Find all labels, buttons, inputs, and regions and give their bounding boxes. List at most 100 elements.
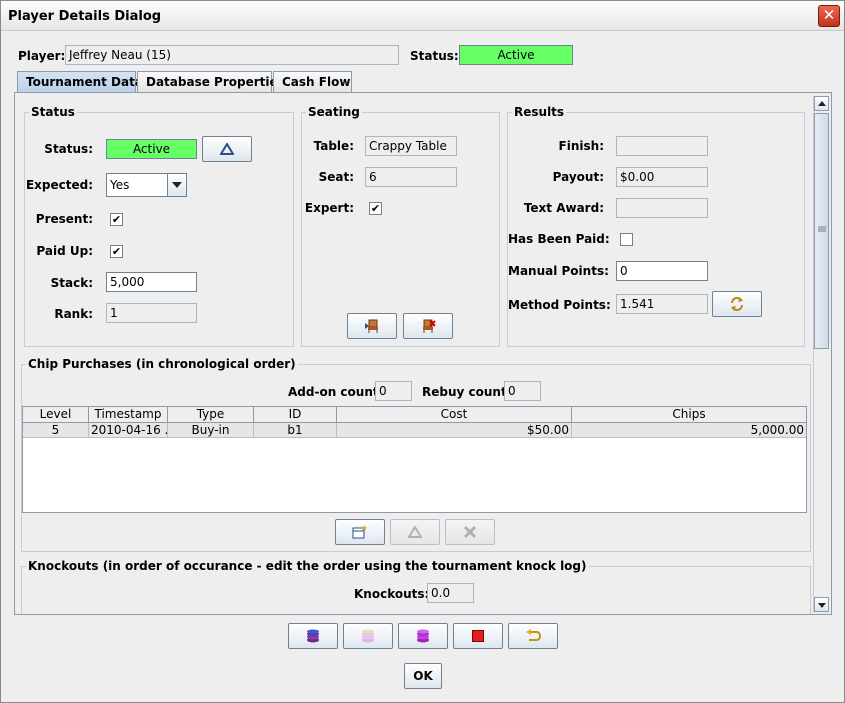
column-header-chips[interactable]: Chips bbox=[572, 407, 806, 423]
refresh-icon bbox=[731, 297, 743, 311]
knockouts-field: 0.0 bbox=[427, 583, 474, 603]
undo-icon bbox=[526, 629, 541, 641]
expert-checkbox[interactable]: ✔ bbox=[369, 202, 382, 215]
add-purchase-button[interactable] bbox=[335, 519, 385, 545]
rebuy-count-field: 0 bbox=[504, 381, 541, 401]
stop-button[interactable] bbox=[453, 623, 503, 649]
scroll-up-icon[interactable] bbox=[814, 96, 829, 111]
column-header-timestamp[interactable]: Timestamp bbox=[89, 407, 168, 423]
scroll-down-icon[interactable] bbox=[814, 597, 829, 612]
payout-label: Payout: bbox=[552, 170, 604, 184]
chair-arrow-icon bbox=[365, 319, 378, 333]
rank-label: Rank: bbox=[54, 307, 93, 321]
cell-timestamp: 2010-04-16 ... bbox=[89, 423, 168, 438]
cell-id: b1 bbox=[254, 423, 337, 438]
triangle-icon bbox=[408, 526, 422, 538]
player-details-dialog: Player Details Dialog ✕ Player: Jeffrey … bbox=[0, 0, 845, 703]
tab-tournament-data[interactable]: Tournament Data bbox=[17, 71, 143, 93]
stop-icon bbox=[472, 630, 484, 642]
column-header-id[interactable]: ID bbox=[254, 407, 337, 423]
stack-label: Stack: bbox=[50, 276, 93, 290]
tab-database-properties[interactable]: Database Properties bbox=[137, 71, 285, 92]
manual-points-input[interactable]: 0 bbox=[616, 261, 708, 281]
chevron-down-icon[interactable] bbox=[167, 174, 186, 196]
rebuy-count-label: Rebuy count: bbox=[422, 385, 512, 399]
stack-input[interactable]: 5,000 bbox=[106, 272, 197, 292]
chip-stack-icon bbox=[362, 629, 374, 643]
recalculate-points-button[interactable] bbox=[712, 291, 762, 317]
column-header-cost[interactable]: Cost bbox=[337, 407, 572, 423]
has-been-paid-checkbox[interactable] bbox=[620, 233, 633, 246]
close-icon bbox=[464, 526, 476, 538]
header-status-badge: Active bbox=[459, 45, 573, 65]
close-icon: ✕ bbox=[822, 6, 836, 24]
delete-purchase-button[interactable] bbox=[445, 519, 495, 545]
column-header-level[interactable]: Level bbox=[23, 407, 89, 423]
knockouts-label: Knockouts: bbox=[354, 587, 430, 601]
tournament-data-panel: Status Status: Active Expected: Yes Pres… bbox=[14, 92, 832, 615]
player-label: Player: bbox=[18, 49, 66, 63]
seating-group: Seating Table: Crappy Table Seat: 6 Expe… bbox=[301, 105, 500, 347]
present-checkbox[interactable]: ✔ bbox=[110, 213, 123, 226]
chip-stack-purple-button[interactable] bbox=[398, 623, 448, 649]
add-row-icon bbox=[352, 525, 367, 539]
cell-cost: $50.00 bbox=[337, 423, 572, 438]
chip-stack-icon bbox=[307, 629, 319, 643]
header-status-label: Status: bbox=[410, 49, 459, 63]
payout-field: $0.00 bbox=[616, 167, 708, 187]
tab-cash-flow[interactable]: Cash Flow bbox=[273, 71, 352, 92]
knockouts-title: Knockouts (in order of occurance - edit … bbox=[26, 559, 589, 573]
column-header-type[interactable]: Type bbox=[168, 407, 254, 423]
panel-scrollbar[interactable] bbox=[813, 96, 829, 613]
status-group: Status Status: Active Expected: Yes Pres… bbox=[24, 105, 294, 347]
cell-chips: 5,000.00 bbox=[572, 423, 806, 438]
status-label: Status: bbox=[44, 142, 93, 156]
cell-level: 5 bbox=[23, 423, 89, 438]
undo-button[interactable] bbox=[508, 623, 558, 649]
status-group-title: Status bbox=[29, 105, 77, 119]
grip-icon bbox=[818, 226, 826, 232]
seating-group-title: Seating bbox=[306, 105, 362, 119]
paid-up-checkbox[interactable]: ✔ bbox=[110, 245, 123, 258]
title-bar[interactable]: Player Details Dialog ✕ bbox=[1, 1, 844, 31]
expected-select[interactable]: Yes bbox=[106, 173, 187, 197]
seat-field: 6 bbox=[365, 167, 457, 187]
chip-stack-button[interactable] bbox=[288, 623, 338, 649]
edit-purchase-button[interactable] bbox=[390, 519, 440, 545]
seat-label: Seat: bbox=[318, 170, 354, 184]
ok-button[interactable]: OK bbox=[404, 663, 442, 689]
status-badge: Active bbox=[106, 139, 197, 159]
rank-field: 1 bbox=[106, 303, 197, 323]
results-group: Results Finish: Payout: $0.00 Text Award… bbox=[507, 105, 805, 347]
close-button[interactable]: ✕ bbox=[818, 5, 840, 27]
method-points-field: 1.541 bbox=[616, 294, 708, 314]
seat-player-button[interactable] bbox=[347, 313, 397, 339]
finish-field bbox=[616, 136, 708, 156]
has-been-paid-label: Has Been Paid: bbox=[508, 232, 610, 246]
player-name-field: Jeffrey Neau (15) bbox=[65, 45, 399, 65]
expected-value: Yes bbox=[110, 178, 130, 192]
present-label: Present: bbox=[35, 212, 93, 226]
addon-count-label: Add-on count: bbox=[288, 385, 384, 399]
chip-stack-icon bbox=[417, 629, 429, 643]
results-group-title: Results bbox=[512, 105, 567, 119]
scroll-thumb[interactable] bbox=[814, 113, 829, 349]
chair-remove-icon bbox=[423, 319, 436, 333]
text-award-label: Text Award: bbox=[523, 201, 604, 215]
finish-label: Finish: bbox=[558, 139, 604, 153]
cell-type: Buy-in bbox=[168, 423, 254, 438]
unseat-player-button[interactable] bbox=[403, 313, 453, 339]
chip-purchases-table[interactable]: Level Timestamp Type ID Cost Chips 5 201… bbox=[22, 406, 807, 513]
chip-purchases-title: Chip Purchases (in chronological order) bbox=[26, 357, 298, 371]
paid-up-label: Paid Up: bbox=[36, 244, 93, 258]
text-award-field bbox=[616, 198, 708, 218]
method-points-label: Method Points: bbox=[508, 298, 611, 312]
expert-label: Expert: bbox=[304, 201, 354, 215]
window-title: Player Details Dialog bbox=[8, 9, 162, 24]
change-status-button[interactable] bbox=[202, 136, 252, 162]
table-label: Table: bbox=[313, 139, 354, 153]
addon-count-field: 0 bbox=[375, 381, 412, 401]
chip-stack-light-button[interactable] bbox=[343, 623, 393, 649]
expected-label: Expected: bbox=[25, 178, 93, 192]
table-field: Crappy Table bbox=[365, 136, 457, 156]
